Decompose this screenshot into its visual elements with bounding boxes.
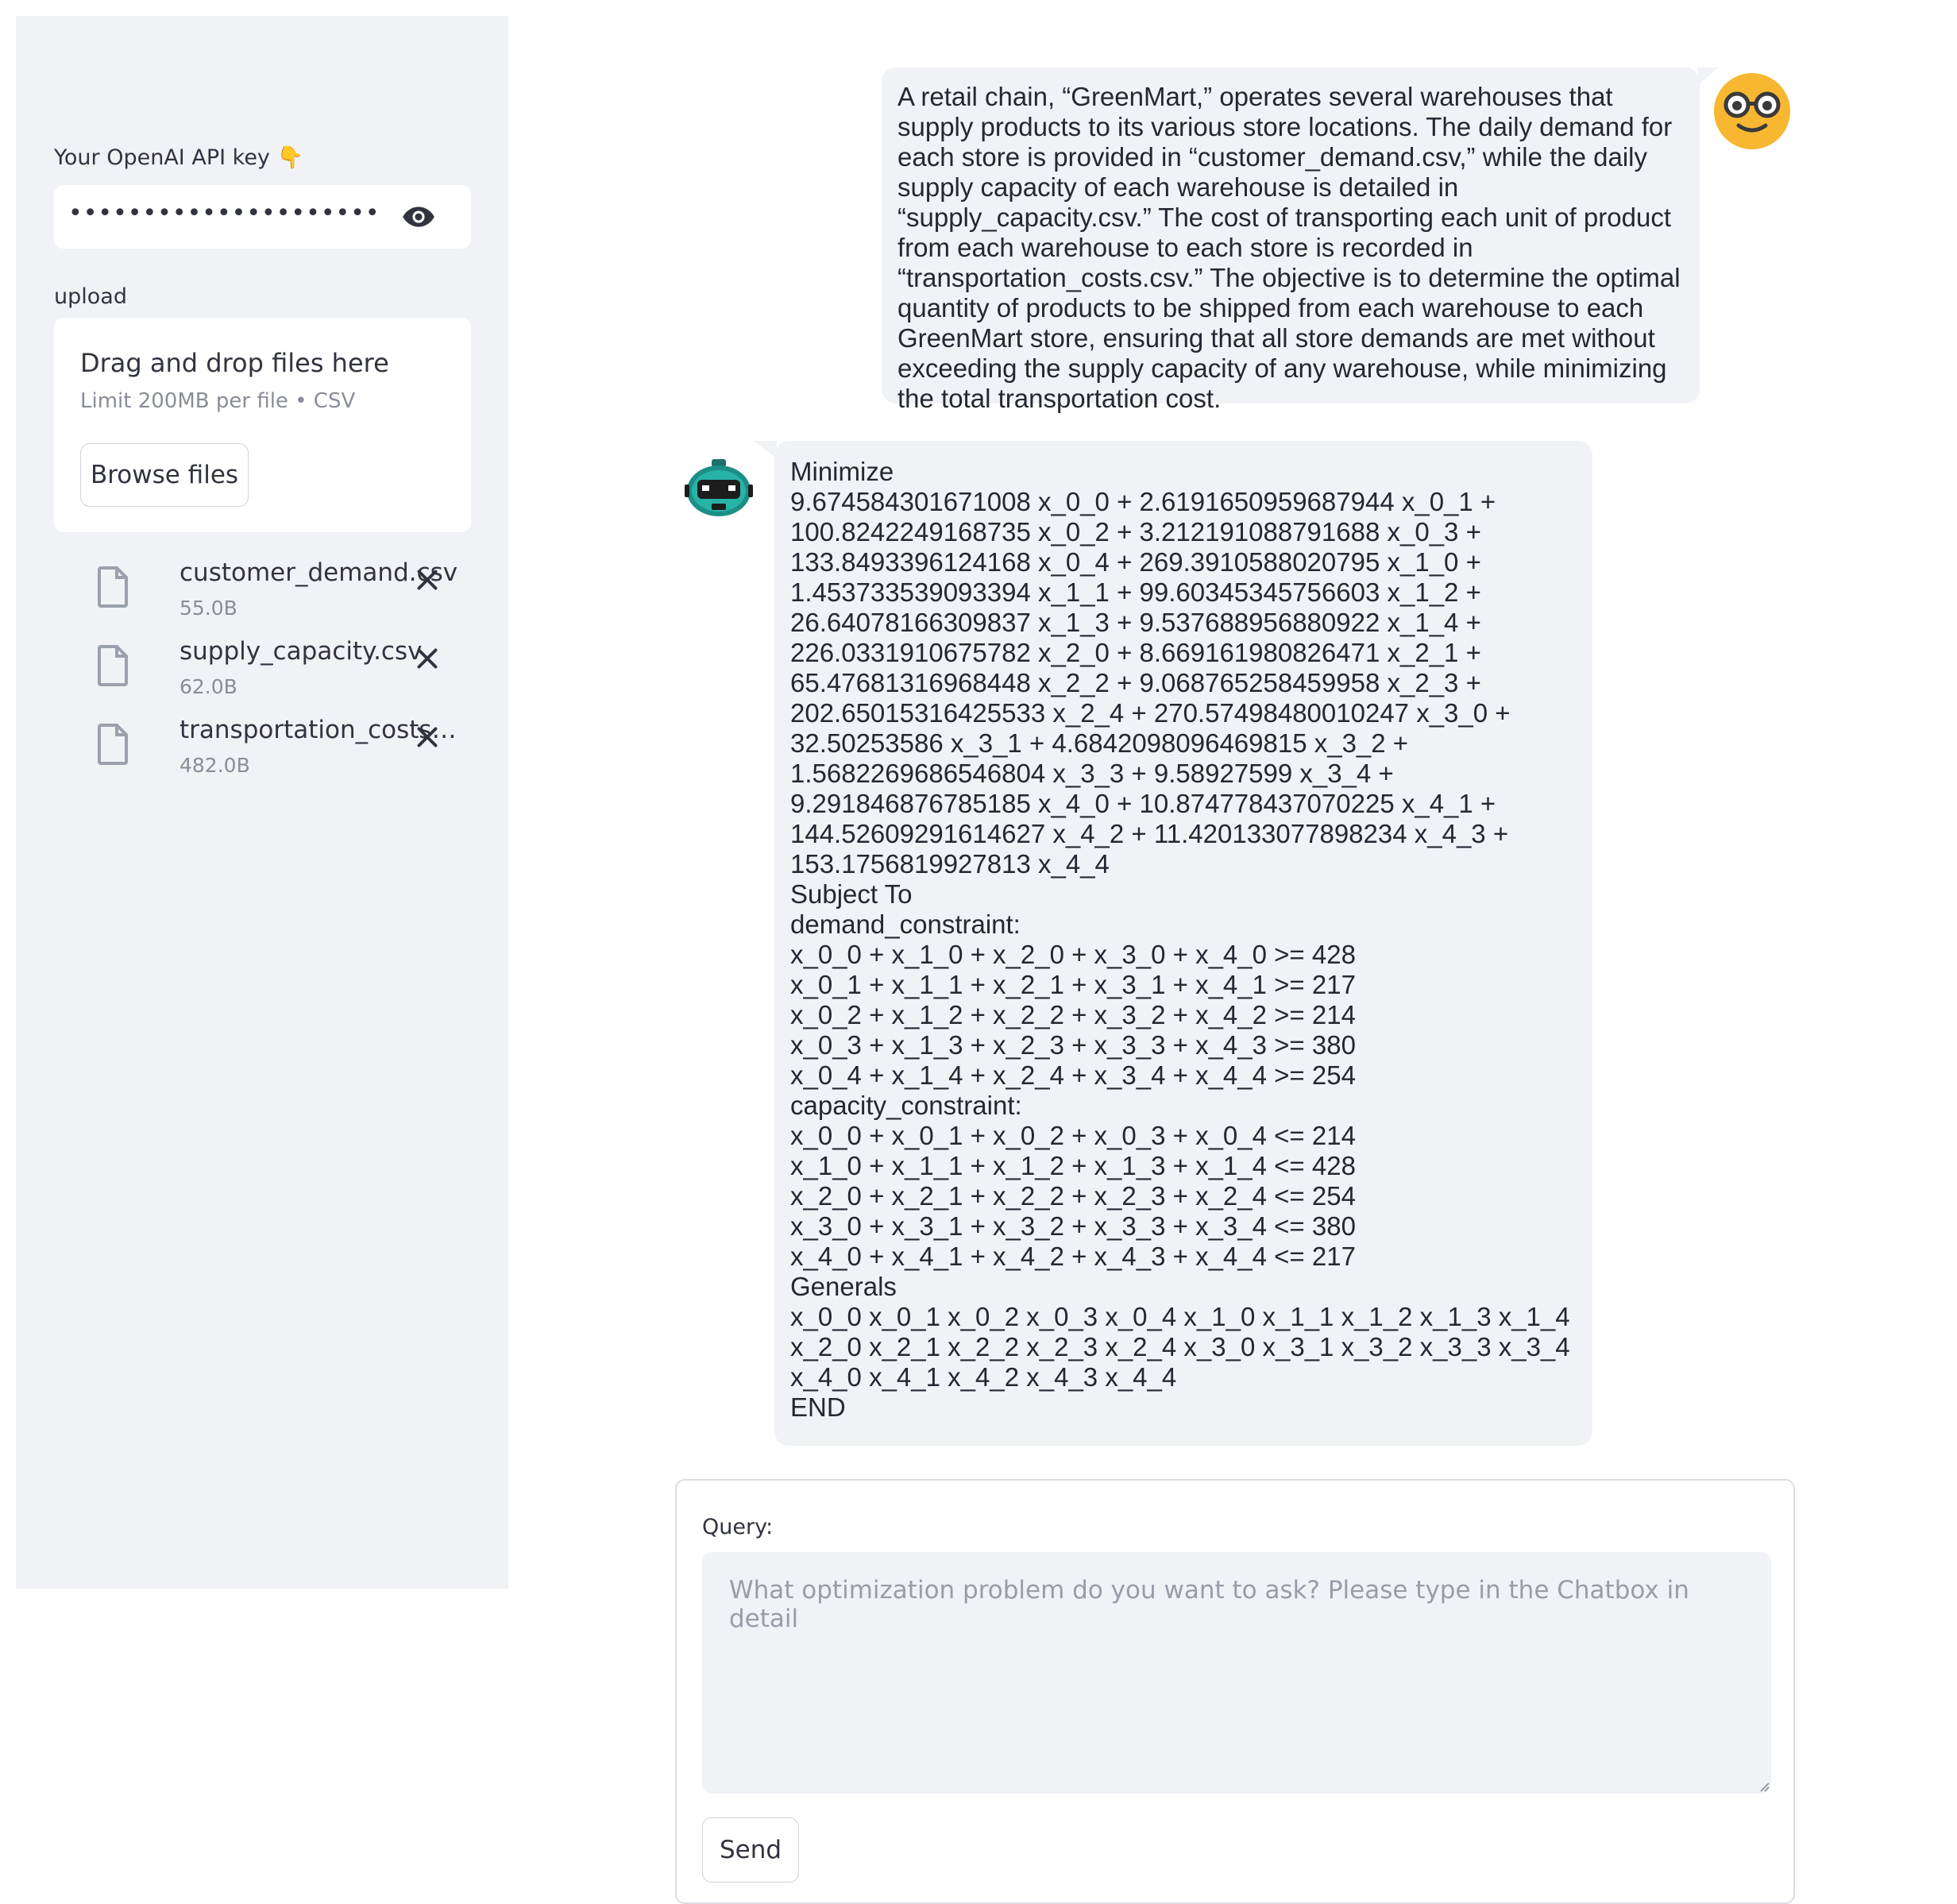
assistant-message-line: 133.8493396124168 x_0_4 + 269.3910588020… bbox=[790, 547, 1481, 577]
assistant-message-line: capacity_constraint: bbox=[790, 1091, 1022, 1120]
assistant-message-line: 144.52609291614627 x_4_2 + 11.4201330778… bbox=[790, 819, 1509, 848]
user-message-bubble: A retail chain, “GreenMart,” operates se… bbox=[882, 68, 1700, 413]
dropzone-limit: Limit 200MB per file • CSV bbox=[80, 389, 356, 413]
assistant-message-text: Minimize 9.674584301671008 x_0_0 + 2.6191… bbox=[790, 457, 1592, 1423]
assistant-message-line: 1.453733539093394 x_1_1 + 99.60345345756… bbox=[790, 577, 1481, 607]
uploaded-file-item: customer_demand.csv 55.0B bbox=[54, 558, 471, 630]
assistant-message-line: x_0_0 + x_0_1 + x_0_2 + x_0_3 + x_0_4 <=… bbox=[790, 1121, 1356, 1150]
assistant-message-line: x_0_0 x_0_1 x_0_2 x_0_3 x_0_4 x_1_0 x_1_… bbox=[790, 1302, 1570, 1331]
assistant-message-line: 1.5682269686546804 x_3_3 + 9.58927599 x_… bbox=[790, 759, 1394, 788]
resize-handle-icon[interactable] bbox=[1757, 1779, 1770, 1792]
file-size: 55.0B bbox=[179, 597, 237, 620]
assistant-message-line: Generals bbox=[790, 1272, 897, 1301]
assistant-message-line: Minimize bbox=[790, 457, 894, 486]
api-key-value[interactable]: ••••••••••••••••••••••••••••••••••••• bbox=[68, 199, 378, 227]
user-message-text: A retail chain, “GreenMart,” operates se… bbox=[897, 82, 1681, 413]
robot-icon bbox=[685, 459, 753, 516]
file-name: supply_capacity.csv bbox=[179, 637, 423, 666]
remove-file-icon[interactable] bbox=[415, 568, 439, 592]
assistant-message-line: x_1_0 + x_1_1 + x_1_2 + x_1_3 + x_1_4 <=… bbox=[790, 1151, 1356, 1180]
file-dropzone[interactable]: Drag and drop files here Limit 200MB per… bbox=[54, 318, 471, 532]
upload-label: upload bbox=[54, 284, 127, 309]
assistant-message-line: END bbox=[790, 1392, 846, 1422]
assistant-message-line: 100.8242249168735 x_0_2 + 3.212191088791… bbox=[790, 517, 1481, 546]
assistant-message-line: x_0_0 + x_1_0 + x_2_0 + x_3_0 + x_4_0 >=… bbox=[790, 940, 1356, 969]
file-size: 482.0B bbox=[179, 754, 250, 777]
assistant-message-line: x_4_0 x_4_1 x_4_2 x_4_3 x_4_4 bbox=[790, 1362, 1177, 1392]
file-icon bbox=[98, 645, 128, 686]
assistant-message-line: demand_constraint: bbox=[790, 910, 1021, 939]
browse-files-button[interactable]: Browse files bbox=[80, 443, 249, 507]
query-label: Query: bbox=[702, 1515, 774, 1539]
assistant-message-line: 153.1756819927813 x_4_4 bbox=[790, 849, 1110, 879]
assistant-message-line: Subject To bbox=[790, 879, 913, 909]
assistant-message-line: x_2_0 x_2_1 x_2_2 x_2_3 x_2_4 x_3_0 x_3_… bbox=[790, 1332, 1570, 1361]
remove-file-icon[interactable] bbox=[415, 725, 439, 749]
remove-file-icon[interactable] bbox=[415, 647, 439, 670]
eye-icon[interactable] bbox=[401, 203, 436, 231]
assistant-message-line: 65.47681316968448 x_2_2 + 9.068765258459… bbox=[790, 668, 1481, 697]
file-icon bbox=[98, 724, 128, 765]
assistant-message-line: 32.50253586 x_3_1 + 4.6842098096469815 x… bbox=[790, 728, 1409, 758]
assistant-message-line: x_0_3 + x_1_3 + x_2_3 + x_3_3 + x_4_3 >=… bbox=[790, 1030, 1356, 1060]
assistant-message-line: x_0_2 + x_1_2 + x_2_2 + x_3_2 + x_4_2 >=… bbox=[790, 1000, 1356, 1029]
assistant-message-line: 226.0331910675782 x_2_0 + 8.669161980826… bbox=[790, 638, 1481, 667]
assistant-message-line: x_3_0 + x_3_1 + x_3_2 + x_3_3 + x_3_4 <=… bbox=[790, 1211, 1356, 1241]
nerd-face-icon bbox=[1714, 73, 1790, 149]
api-key-label: Your OpenAI API key 👇 bbox=[54, 145, 304, 170]
send-button[interactable]: Send bbox=[702, 1817, 799, 1883]
file-size: 62.0B bbox=[179, 675, 237, 698]
uploaded-file-item: supply_capacity.csv 62.0B bbox=[54, 637, 471, 709]
dropzone-title: Drag and drop files here bbox=[80, 348, 389, 378]
sidebar: Your OpenAI API key 👇 ••••••••••••••••••… bbox=[16, 16, 508, 1589]
assistant-message-line: x_2_0 + x_2_1 + x_2_2 + x_2_3 + x_2_4 <=… bbox=[790, 1181, 1356, 1211]
assistant-message-bubble: Minimize 9.674584301671008 x_0_0 + 2.6191… bbox=[774, 441, 1592, 1446]
assistant-message-line: 9.674584301671008 x_0_0 + 2.619165095968… bbox=[790, 487, 1496, 516]
file-icon bbox=[98, 566, 128, 608]
assistant-message-line: x_0_4 + x_1_4 + x_2_4 + x_3_4 + x_4_4 >=… bbox=[790, 1060, 1356, 1090]
uploaded-file-item: transportation_costs… 482.0B bbox=[54, 716, 471, 787]
assistant-message-line: 9.291846876785185 x_4_0 + 10.87477843707… bbox=[790, 789, 1496, 818]
assistant-message-line: 202.65015316425533 x_2_4 + 270.574984800… bbox=[790, 698, 1511, 728]
bot-bubble-tail bbox=[753, 441, 777, 458]
query-form: Query: Send bbox=[675, 1479, 1795, 1904]
assistant-message-line: 26.64078166309837 x_1_3 + 9.537688956880… bbox=[790, 608, 1481, 637]
api-key-field[interactable]: ••••••••••••••••••••••••••••••••••••• bbox=[54, 185, 471, 249]
assistant-message-line: x_4_0 + x_4_1 + x_4_2 + x_4_3 + x_4_4 <=… bbox=[790, 1242, 1356, 1271]
query-input[interactable] bbox=[702, 1552, 1771, 1794]
assistant-message-line: x_0_1 + x_1_1 + x_2_1 + x_3_1 + x_4_1 >=… bbox=[790, 970, 1356, 999]
